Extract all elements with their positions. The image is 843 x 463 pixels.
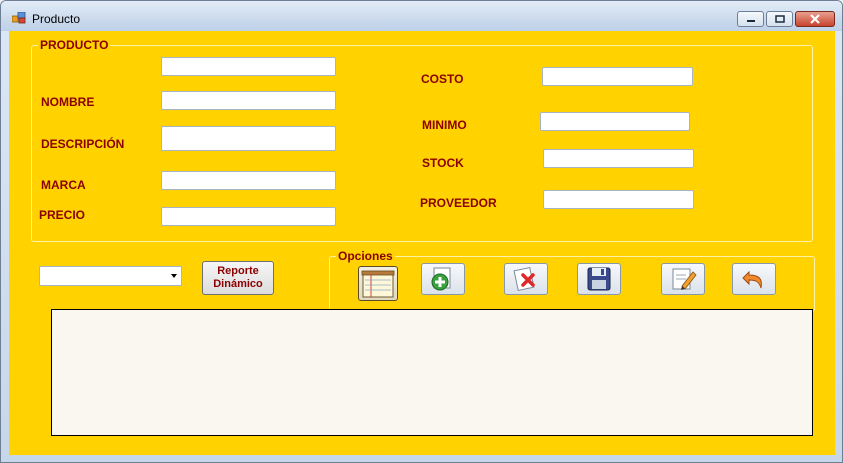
- stock-field[interactable]: [543, 149, 694, 168]
- maximize-button[interactable]: [766, 11, 793, 27]
- marca-field[interactable]: [161, 171, 336, 190]
- marca-label: MARCA: [41, 178, 86, 192]
- opciones-group-title: Opciones: [336, 249, 395, 263]
- reporte-dinamico-button[interactable]: Reporte Dinámico: [202, 261, 274, 295]
- producto-window: Producto PRODUCTO NOMBRE DESCRIPCIÓN MAR…: [0, 0, 843, 463]
- add-icon: [431, 267, 451, 291]
- dropdown-arrow-icon[interactable]: [171, 274, 177, 278]
- notepad-icon: [361, 270, 395, 297]
- delete-icon: [513, 266, 535, 292]
- report-button-label-line1: Reporte: [217, 265, 259, 277]
- add-button[interactable]: [421, 263, 465, 295]
- precio-field[interactable]: [161, 207, 336, 226]
- proveedor-label: PROVEEDOR: [420, 196, 497, 210]
- producto-group-title: PRODUCTO: [38, 38, 111, 52]
- nombre-label: NOMBRE: [41, 95, 95, 109]
- form-client-area: PRODUCTO NOMBRE DESCRIPCIÓN MARCA PRECIO…: [9, 31, 835, 455]
- minimo-field[interactable]: [540, 112, 690, 131]
- descripcion-field[interactable]: [161, 126, 336, 151]
- filter-combobox[interactable]: [39, 266, 182, 286]
- app-icon: [12, 12, 26, 24]
- precio-label: PRECIO: [39, 208, 86, 222]
- edit-icon: [672, 268, 697, 290]
- floppy-disk-icon: [587, 267, 611, 291]
- window-title: Producto: [32, 12, 81, 26]
- close-icon: [810, 14, 820, 24]
- close-button[interactable]: [795, 11, 835, 27]
- costo-field[interactable]: [542, 67, 693, 86]
- title-bar[interactable]: Producto: [1, 1, 842, 31]
- codigo-field[interactable]: [161, 57, 336, 76]
- maximize-icon: [774, 15, 785, 23]
- save-button[interactable]: [577, 263, 621, 295]
- proveedor-field[interactable]: [543, 190, 694, 209]
- undo-button[interactable]: [732, 263, 776, 295]
- minimize-button[interactable]: [737, 11, 764, 27]
- minimize-icon: [746, 20, 755, 22]
- stock-label: STOCK: [422, 156, 464, 170]
- report-button-label-line2: Dinámico: [213, 278, 263, 290]
- undo-arrow-icon: [742, 270, 762, 289]
- nombre-field[interactable]: [161, 91, 336, 110]
- products-data-grid[interactable]: [51, 309, 813, 436]
- minimo-label: MINIMO: [422, 118, 467, 132]
- edit-button[interactable]: [661, 263, 705, 295]
- delete-button[interactable]: [504, 263, 548, 295]
- descripcion-label: DESCRIPCIÓN: [41, 137, 125, 151]
- list-button[interactable]: [358, 266, 398, 301]
- costo-label: COSTO: [421, 72, 464, 86]
